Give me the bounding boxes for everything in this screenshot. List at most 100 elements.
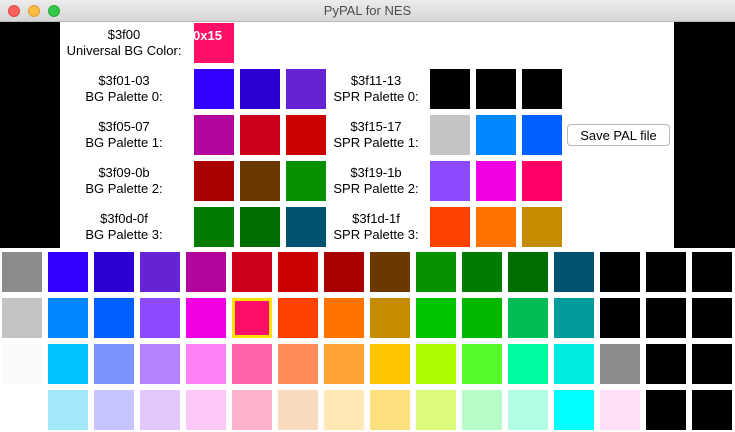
bg-palette-2-color-1-swatch[interactable] — [194, 161, 234, 201]
title-bar: PyPAL for NES — [0, 0, 735, 22]
bg-palette-2-color-2-swatch[interactable] — [240, 161, 280, 201]
palette-color-swatch-r0-c7[interactable] — [324, 252, 364, 292]
palette-color-swatch-r2-c6[interactable] — [278, 344, 318, 384]
palette-color-swatch-r0-c12[interactable] — [554, 252, 594, 292]
palette-color-swatch-r3-c3[interactable] — [140, 390, 180, 430]
palette-color-swatch-r0-c0[interactable] — [2, 252, 42, 292]
spr-palette-2-color-3-swatch[interactable] — [522, 161, 562, 201]
spr-palette-0-color-3-swatch[interactable] — [522, 69, 562, 109]
bg-palette-3-color-1-swatch[interactable] — [194, 207, 234, 247]
palette-color-swatch-r3-c11[interactable] — [508, 390, 548, 430]
palette-color-swatch-r3-c9[interactable] — [416, 390, 456, 430]
spr-palette-0-color-1-swatch[interactable] — [430, 69, 470, 109]
bg-palette-1-color-1-swatch[interactable] — [194, 115, 234, 155]
palette-color-swatch-r1-c1[interactable] — [48, 298, 88, 338]
palette-color-swatch-r2-c12[interactable] — [554, 344, 594, 384]
bg-palette-1-color-2-swatch[interactable] — [240, 115, 280, 155]
spr-palette-2-color-2-swatch[interactable] — [476, 161, 516, 201]
palette-color-swatch-r1-c0[interactable] — [2, 298, 42, 338]
palette-color-swatch-r1-c15[interactable] — [692, 298, 732, 338]
palette-color-swatch-r1-c6[interactable] — [278, 298, 318, 338]
palette-color-swatch-r0-c1[interactable] — [48, 252, 88, 292]
bg-palette-2-title: BG Palette 2: — [85, 181, 163, 196]
palette-color-swatch-r1-c14[interactable] — [646, 298, 686, 338]
spr-palette-1-color-1-swatch[interactable] — [430, 115, 470, 155]
palette-color-swatch-r0-c6[interactable] — [278, 252, 318, 292]
bg-palette-3-color-2-swatch[interactable] — [240, 207, 280, 247]
spr-palette-1-color-2-swatch[interactable] — [476, 115, 516, 155]
bg-palette-0-color-1-swatch[interactable] — [194, 69, 234, 109]
palette-color-swatch-r3-c12[interactable] — [554, 390, 594, 430]
palette-color-swatch-r3-c7[interactable] — [324, 390, 364, 430]
palette-color-swatch-r1-c12[interactable] — [554, 298, 594, 338]
palette-color-swatch-r1-c11[interactable] — [508, 298, 548, 338]
palette-color-swatch-r0-c2[interactable] — [94, 252, 134, 292]
palette-color-swatch-r3-c10[interactable] — [462, 390, 502, 430]
palette-color-swatch-r3-c0[interactable] — [2, 390, 42, 430]
palette-color-swatch-r1-c2[interactable] — [94, 298, 134, 338]
palette-color-swatch-r0-c8[interactable] — [370, 252, 410, 292]
bg-palette-1-color-3-swatch[interactable] — [286, 115, 326, 155]
palette-color-swatch-r1-c7[interactable] — [324, 298, 364, 338]
palette-color-swatch-r3-c5[interactable] — [232, 390, 272, 430]
spr-palette-0-color-2-swatch[interactable] — [476, 69, 516, 109]
palette-color-swatch-r0-c10[interactable] — [462, 252, 502, 292]
bg-palette-0-label: $3f01-03 BG Palette 0: — [60, 73, 188, 105]
bg-palette-1-label: $3f05-07 BG Palette 1: — [60, 119, 188, 151]
palette-color-swatch-r2-c13[interactable] — [600, 344, 640, 384]
palette-color-swatch-r2-c15[interactable] — [692, 344, 732, 384]
palette-color-swatch-r1-c9[interactable] — [416, 298, 456, 338]
palette-color-swatch-r2-c10[interactable] — [462, 344, 502, 384]
palette-color-swatch-r2-c14[interactable] — [646, 344, 686, 384]
palette-color-swatch-r2-c4[interactable] — [186, 344, 226, 384]
spr-palette-1-color-3-swatch[interactable] — [522, 115, 562, 155]
palette-color-swatch-r0-c9[interactable] — [416, 252, 456, 292]
bg-palette-0-color-2-swatch[interactable] — [240, 69, 280, 109]
bg-palette-3-color-3-swatch[interactable] — [286, 207, 326, 247]
palette-color-swatch-r3-c8[interactable] — [370, 390, 410, 430]
palette-color-swatch-r3-c15[interactable] — [692, 390, 732, 430]
palette-color-swatch-r0-c15[interactable] — [692, 252, 732, 292]
right-black-panel — [674, 22, 735, 248]
palette-color-swatch-r0-c3[interactable] — [140, 252, 180, 292]
palette-color-swatch-r2-c1[interactable] — [48, 344, 88, 384]
bg-palette-2-color-3-swatch[interactable] — [286, 161, 326, 201]
bg-palette-3-address: $3f0d-0f — [100, 211, 148, 226]
palette-color-swatch-r3-c1[interactable] — [48, 390, 88, 430]
palette-color-swatch-r1-c5[interactable] — [232, 298, 272, 338]
palette-color-swatch-r0-c5[interactable] — [232, 252, 272, 292]
palette-color-swatch-r1-c3[interactable] — [140, 298, 180, 338]
palette-color-swatch-r1-c4[interactable] — [186, 298, 226, 338]
palette-color-swatch-r0-c11[interactable] — [508, 252, 548, 292]
palette-color-swatch-r3-c13[interactable] — [600, 390, 640, 430]
palette-color-swatch-r1-c13[interactable] — [600, 298, 640, 338]
bg-palette-0-color-3-swatch[interactable] — [286, 69, 326, 109]
spr-palette-1-title: SPR Palette 1: — [333, 135, 419, 150]
palette-color-swatch-r2-c11[interactable] — [508, 344, 548, 384]
palette-color-swatch-r2-c9[interactable] — [416, 344, 456, 384]
bg-palette-3-label: $3f0d-0f BG Palette 3: — [60, 211, 188, 243]
palette-color-swatch-r3-c14[interactable] — [646, 390, 686, 430]
palette-color-swatch-r1-c10[interactable] — [462, 298, 502, 338]
palette-color-swatch-r3-c6[interactable] — [278, 390, 318, 430]
palette-color-swatch-r0-c13[interactable] — [600, 252, 640, 292]
save-pal-file-button[interactable]: Save PAL file — [567, 124, 670, 146]
palette-color-swatch-r3-c4[interactable] — [186, 390, 226, 430]
palette-color-swatch-r1-c8[interactable] — [370, 298, 410, 338]
spr-palette-3-color-1-swatch[interactable] — [430, 207, 470, 247]
palette-color-swatch-r2-c3[interactable] — [140, 344, 180, 384]
bg-palette-0-address: $3f01-03 — [98, 73, 150, 88]
palette-color-swatch-r2-c8[interactable] — [370, 344, 410, 384]
palette-color-swatch-r2-c0[interactable] — [2, 344, 42, 384]
spr-palette-3-color-2-swatch[interactable] — [476, 207, 516, 247]
spr-palette-2-color-1-swatch[interactable] — [430, 161, 470, 201]
spr-palette-3-color-3-swatch[interactable] — [522, 207, 562, 247]
spr-palette-1-label: $3f15-17 SPR Palette 1: — [326, 119, 426, 151]
palette-color-swatch-r2-c7[interactable] — [324, 344, 364, 384]
palette-color-swatch-r2-c5[interactable] — [232, 344, 272, 384]
universal-bg-label: $3f00 Universal BG Color: — [60, 27, 188, 59]
palette-color-swatch-r0-c4[interactable] — [186, 252, 226, 292]
palette-color-swatch-r0-c14[interactable] — [646, 252, 686, 292]
palette-color-swatch-r2-c2[interactable] — [94, 344, 134, 384]
palette-color-swatch-r3-c2[interactable] — [94, 390, 134, 430]
